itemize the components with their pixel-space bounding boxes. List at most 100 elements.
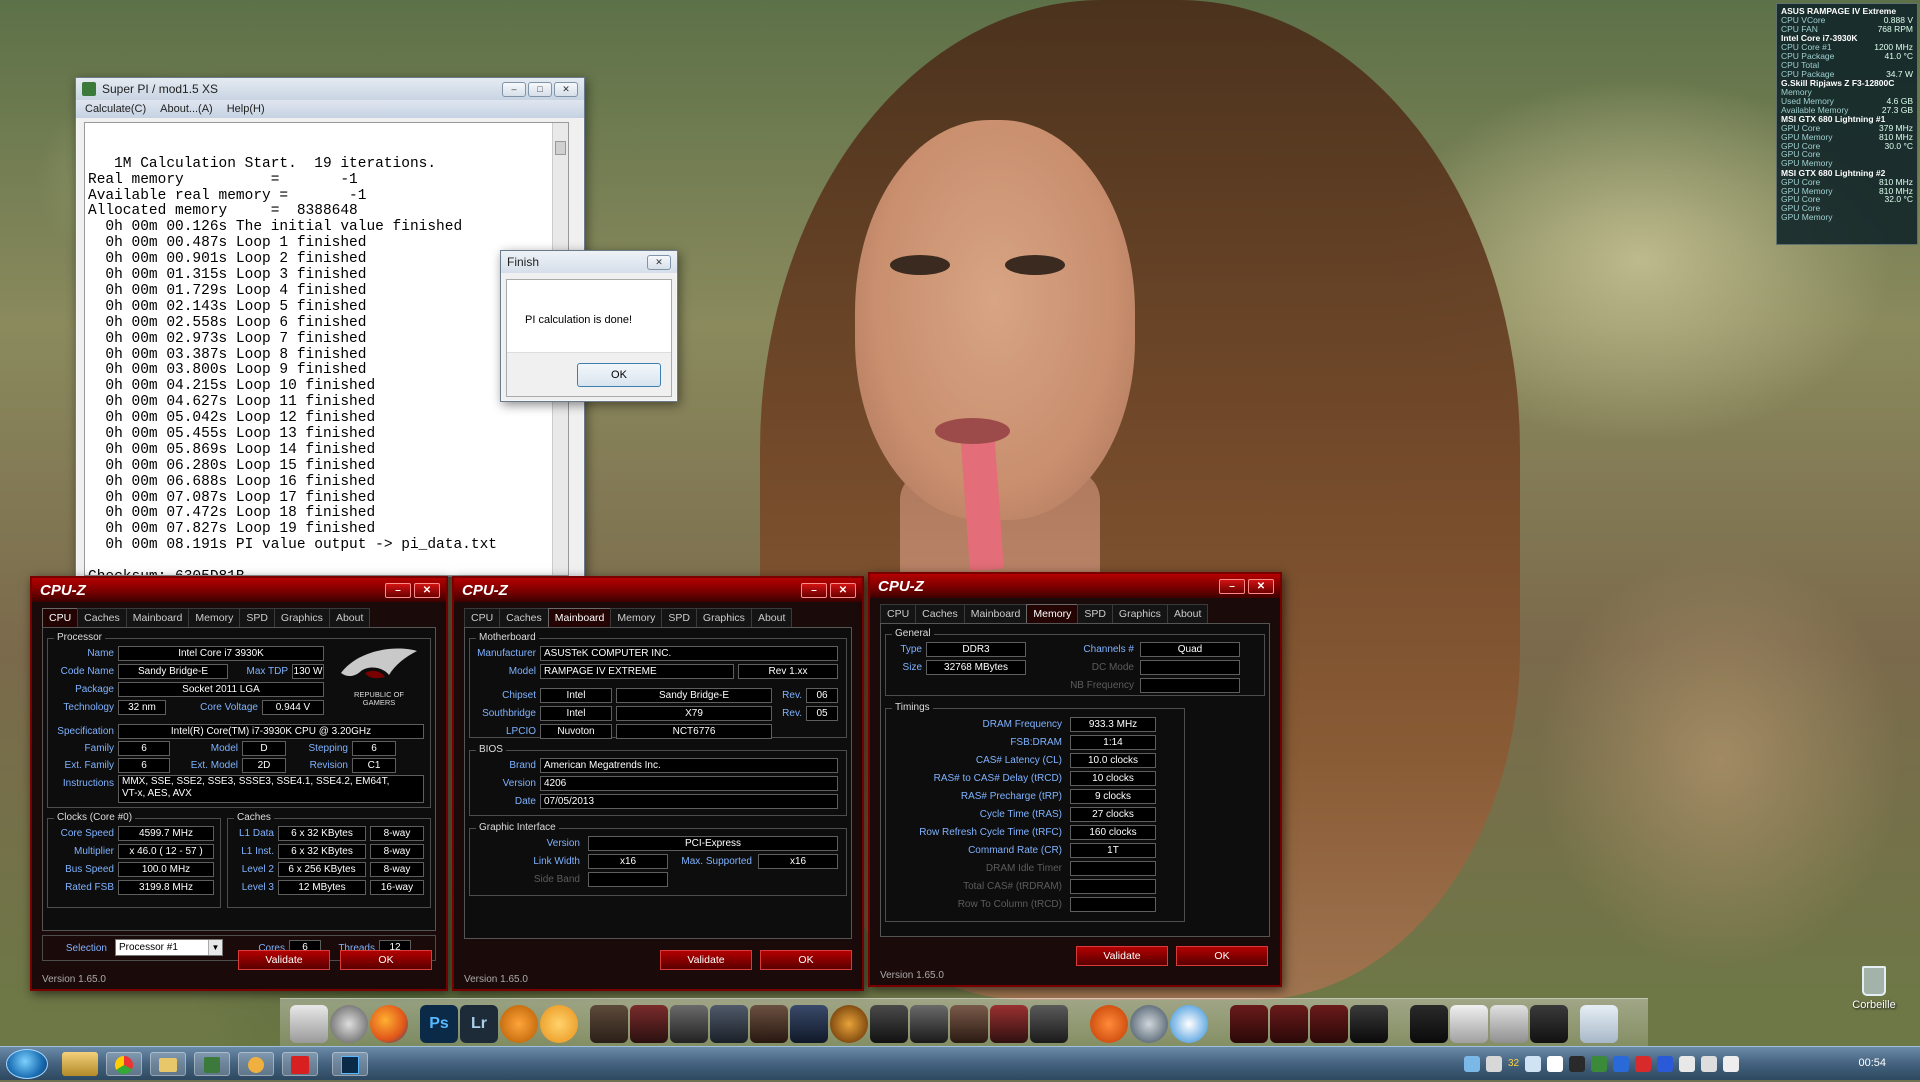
explorer-icon[interactable]: [150, 1052, 186, 1076]
drive-icon[interactable]: [1450, 1005, 1488, 1043]
game-icon[interactable]: [1030, 1005, 1068, 1043]
game-icon[interactable]: [990, 1005, 1028, 1043]
cpuz-titlebar[interactable]: CPU-Z – ✕: [454, 578, 862, 602]
recycle-bin[interactable]: Corbeille: [1846, 966, 1902, 1011]
tray-counter[interactable]: 32: [1508, 1056, 1519, 1072]
lineage-icon[interactable]: [1230, 1005, 1268, 1043]
start-button[interactable]: [6, 1049, 48, 1079]
menu-help[interactable]: Help(H): [227, 103, 265, 115]
tab-graphics[interactable]: Graphics: [1111, 604, 1168, 623]
tab-about[interactable]: About: [1166, 604, 1209, 623]
tab-spd[interactable]: SPD: [661, 608, 697, 627]
cpuz-titlebar[interactable]: CPU-Z – ✕: [870, 574, 1280, 598]
tab-caches[interactable]: Caches: [915, 604, 965, 623]
tab-memory[interactable]: Memory: [1026, 604, 1079, 623]
tab-mainboard[interactable]: Mainboard: [125, 608, 190, 627]
maximize-button[interactable]: □: [528, 81, 552, 97]
game-icon[interactable]: [630, 1005, 668, 1043]
tray-icon[interactable]: [1679, 1056, 1696, 1072]
minimize-button[interactable]: –: [1219, 578, 1245, 594]
firefox-icon[interactable]: [370, 1005, 408, 1043]
photoshop-taskbar-icon[interactable]: [332, 1052, 368, 1076]
tab-spd[interactable]: SPD: [239, 608, 275, 627]
game-icon[interactable]: [830, 1005, 868, 1043]
tab-graphics[interactable]: Graphics: [273, 608, 330, 627]
finish-titlebar[interactable]: Finish ✕: [501, 251, 677, 273]
tab-mainboard[interactable]: Mainboard: [963, 604, 1028, 623]
game-icon[interactable]: [790, 1005, 828, 1043]
tray-icon[interactable]: [1486, 1056, 1502, 1072]
ok-button[interactable]: OK: [760, 950, 852, 970]
tray-icon[interactable]: [1525, 1056, 1542, 1072]
tab-graphics[interactable]: Graphics: [695, 608, 752, 627]
chevron-down-icon[interactable]: ▼: [208, 940, 222, 955]
game-icon[interactable]: [870, 1005, 908, 1043]
steam-icon[interactable]: [1130, 1005, 1168, 1043]
uplay-icon[interactable]: [1170, 1005, 1208, 1043]
validate-button[interactable]: Validate: [660, 950, 752, 970]
network-icon[interactable]: [1701, 1056, 1718, 1072]
tab-about[interactable]: About: [328, 608, 371, 627]
ok-button[interactable]: OK: [577, 363, 661, 387]
tray-icon[interactable]: [1569, 1056, 1586, 1072]
cpuz-titlebar[interactable]: CPU-Z – ✕: [32, 578, 446, 602]
tab-spd[interactable]: SPD: [1077, 604, 1113, 623]
game-icon[interactable]: [950, 1005, 988, 1043]
minimize-button[interactable]: –: [502, 81, 526, 97]
battlefield-icon[interactable]: [590, 1005, 628, 1043]
lineage-icon[interactable]: [1350, 1005, 1388, 1043]
tab-cpu[interactable]: CPU: [42, 608, 79, 627]
zip-icon[interactable]: [282, 1052, 318, 1076]
close-button[interactable]: ✕: [830, 582, 856, 598]
minimize-button[interactable]: –: [385, 582, 411, 598]
close-button[interactable]: ✕: [414, 582, 440, 598]
game-icon[interactable]: [910, 1005, 948, 1043]
app-icon[interactable]: [238, 1052, 274, 1076]
validate-button[interactable]: Validate: [1076, 946, 1168, 966]
game-icon[interactable]: [750, 1005, 788, 1043]
game-icon[interactable]: [710, 1005, 748, 1043]
taskbar-clock[interactable]: 00:54: [1858, 1057, 1886, 1069]
ccleaner-icon[interactable]: [540, 1005, 578, 1043]
globe-icon[interactable]: [330, 1005, 368, 1043]
tab-about[interactable]: About: [750, 608, 793, 627]
validate-button[interactable]: Validate: [238, 950, 330, 970]
computer-icon[interactable]: [1530, 1005, 1568, 1043]
tab-cpu[interactable]: CPU: [464, 608, 501, 627]
tab-mainboard[interactable]: Mainboard: [547, 608, 612, 627]
menu-calculate[interactable]: Calculate(C): [85, 103, 146, 115]
close-button[interactable]: ✕: [647, 254, 671, 270]
close-button[interactable]: ✕: [554, 81, 578, 97]
ok-button[interactable]: OK: [340, 950, 432, 970]
tray-icon[interactable]: [1613, 1056, 1630, 1072]
origin-icon[interactable]: [1090, 1005, 1128, 1043]
lineage-icon[interactable]: [1270, 1005, 1308, 1043]
lightroom-icon[interactable]: Lr: [460, 1005, 498, 1043]
ok-button[interactable]: OK: [1176, 946, 1268, 966]
close-button[interactable]: ✕: [1248, 578, 1274, 594]
menu-about[interactable]: About...(A): [160, 103, 213, 115]
superpi-titlebar[interactable]: Super PI / mod1.5 XS – □ ✕: [76, 78, 584, 100]
paw-icon[interactable]: [500, 1005, 538, 1043]
file-icon[interactable]: [290, 1005, 328, 1043]
folder-icon[interactable]: [62, 1052, 98, 1076]
tab-caches[interactable]: Caches: [77, 608, 127, 627]
volume-icon[interactable]: [1723, 1056, 1740, 1072]
tab-cpu[interactable]: CPU: [880, 604, 917, 623]
lineage-icon[interactable]: [1310, 1005, 1348, 1043]
chrome-icon[interactable]: [106, 1052, 142, 1076]
tray-icon[interactable]: [1591, 1056, 1608, 1072]
tab-caches[interactable]: Caches: [499, 608, 549, 627]
game-icon[interactable]: [670, 1005, 708, 1043]
tray-icon[interactable]: [1464, 1056, 1480, 1072]
tray-icon[interactable]: [1547, 1056, 1564, 1072]
superpi-taskbar-icon[interactable]: [194, 1052, 230, 1076]
photoshop-icon[interactable]: Ps: [420, 1005, 458, 1043]
processor-select[interactable]: Processor #1 ▼: [115, 939, 223, 956]
scrollbar-thumb[interactable]: [555, 141, 566, 155]
minimize-button[interactable]: –: [801, 582, 827, 598]
tray-icon[interactable]: [1635, 1056, 1652, 1072]
drive-icon[interactable]: [1490, 1005, 1528, 1043]
tab-memory[interactable]: Memory: [610, 608, 663, 627]
trash-icon[interactable]: [1580, 1005, 1618, 1043]
